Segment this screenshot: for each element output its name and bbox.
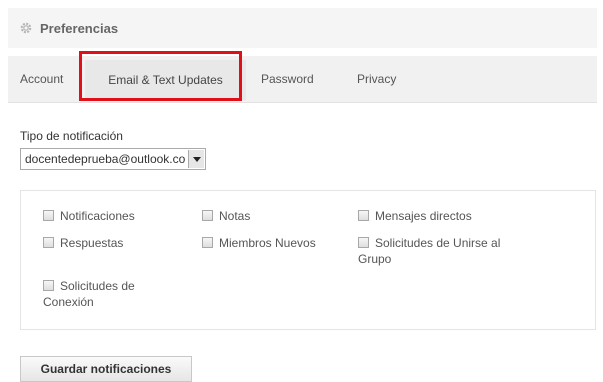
- tab-account[interactable]: Account: [20, 56, 63, 102]
- checkbox[interactable]: [43, 210, 54, 221]
- notification-type-value: docentedeprueba@outlook.com: [25, 152, 185, 166]
- checkbox[interactable]: [358, 210, 369, 221]
- option-miembros-nuevos[interactable]: Miembros Nuevos: [202, 235, 316, 251]
- chevron-down-icon[interactable]: [188, 150, 204, 168]
- tab-password[interactable]: Password: [261, 56, 314, 102]
- option-label: Respuestas: [60, 236, 124, 250]
- checkbox[interactable]: [202, 210, 213, 221]
- tab-privacy[interactable]: Privacy: [357, 56, 396, 102]
- option-solicitudes-unirse-grupo[interactable]: Solicitudes de Unirse al Grupo: [358, 235, 500, 267]
- option-label: Notas: [219, 209, 251, 223]
- notification-options-panel: Notificaciones Notas Mensajes directos R…: [20, 190, 596, 330]
- option-label-line2: Grupo: [358, 252, 392, 266]
- save-notifications-button[interactable]: Guardar notificaciones: [20, 356, 192, 382]
- option-label: Mensajes directos: [375, 209, 472, 223]
- option-solicitudes-conexion[interactable]: Solicitudes de Conexión: [43, 278, 135, 310]
- option-label: Miembros Nuevos: [219, 236, 316, 250]
- option-notas[interactable]: Notas: [202, 208, 250, 224]
- option-notificaciones[interactable]: Notificaciones: [43, 208, 135, 224]
- notification-type-label: Tipo de notificación: [20, 129, 123, 143]
- gear-icon: [20, 22, 32, 34]
- checkbox[interactable]: [43, 237, 54, 248]
- notification-type-select[interactable]: docentedeprueba@outlook.com: [20, 148, 206, 170]
- preferences-header: Preferencias: [8, 8, 597, 48]
- option-label-line2: Conexión: [43, 295, 94, 309]
- option-mensajes-directos[interactable]: Mensajes directos: [358, 208, 472, 224]
- settings-tabs: Account Email & Text Updates Password Pr…: [8, 56, 597, 103]
- page-title: Preferencias: [40, 20, 119, 36]
- option-label: Solicitudes de Unirse al: [375, 236, 501, 250]
- checkbox[interactable]: [358, 237, 369, 248]
- checkbox[interactable]: [202, 237, 213, 248]
- tab-email-text-updates[interactable]: Email & Text Updates: [85, 60, 246, 100]
- option-respuestas[interactable]: Respuestas: [43, 235, 123, 251]
- option-label: Solicitudes de: [60, 279, 135, 293]
- option-label: Notificaciones: [60, 209, 135, 223]
- checkbox[interactable]: [43, 280, 54, 291]
